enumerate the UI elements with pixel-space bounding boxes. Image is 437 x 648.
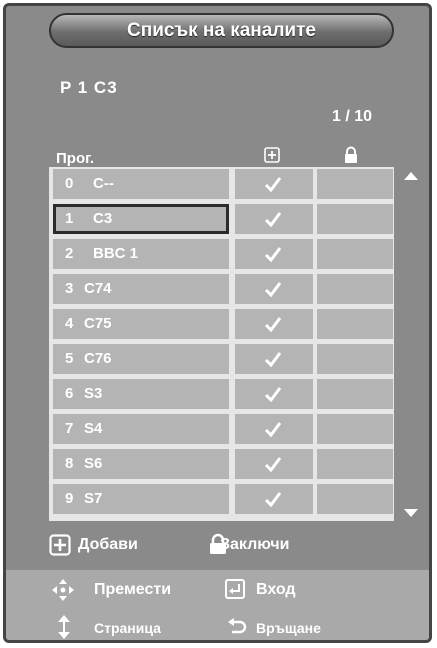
channel-name: C-- — [93, 175, 114, 192]
channel-name: S6 — [84, 455, 103, 472]
channel-name: S3 — [84, 385, 103, 402]
footer-return-label: Връщане — [256, 620, 321, 636]
lock-cell[interactable] — [317, 204, 393, 234]
channel-name-cell[interactable]: 7 S4 — [53, 414, 229, 444]
current-channel-info: P 1 C3 — [60, 78, 118, 97]
channel-row[interactable]: 5 C76 — [49, 342, 394, 375]
channel-number: 6 — [65, 385, 74, 402]
add-cell[interactable] — [235, 379, 313, 409]
footer-page-label: Страница — [94, 620, 161, 636]
up-down-arrows-icon — [58, 615, 70, 639]
lock-cell[interactable] — [317, 414, 393, 444]
add-cell[interactable] — [235, 484, 313, 514]
footer-help-bar: Премести Вход Страница Връщане — [6, 570, 429, 640]
channel-name: C76 — [84, 350, 112, 367]
lock-cell[interactable] — [317, 169, 393, 199]
check-icon — [264, 177, 282, 193]
lock-cell[interactable] — [317, 309, 393, 339]
footer-enter-label: Вход — [256, 581, 296, 598]
channel-name-cell-selected[interactable]: 1 C3 — [53, 204, 229, 234]
channel-number: 0 — [65, 175, 74, 192]
check-icon — [264, 247, 282, 263]
add-cell[interactable] — [235, 169, 313, 199]
check-icon — [264, 317, 282, 333]
channel-list-window: Списък на каналите P 1 C3 1 / 10 Прог. 0… — [3, 3, 432, 643]
channel-row[interactable]: 4 C75 — [49, 307, 394, 340]
lock-cell[interactable] — [317, 449, 393, 479]
return-icon — [228, 618, 247, 634]
channel-number: 3 — [65, 280, 74, 297]
check-icon — [264, 352, 282, 368]
check-icon — [264, 282, 282, 298]
channel-name-cell[interactable]: 4 C75 — [53, 309, 229, 339]
add-cell[interactable] — [235, 239, 313, 269]
channel-name-cell[interactable]: 0 C-- — [53, 169, 229, 199]
add-cell[interactable] — [235, 449, 313, 479]
legend-add-label: Добави — [78, 536, 138, 553]
channel-row[interactable]: 2 BBC 1 — [49, 237, 394, 270]
channel-row[interactable]: 7 S4 — [49, 412, 394, 445]
check-icon — [264, 212, 282, 228]
page-indicator: 1 / 10 — [332, 108, 373, 125]
lock-cell[interactable] — [317, 274, 393, 304]
channel-name: C3 — [93, 210, 113, 227]
channel-row[interactable]: 8 S6 — [49, 447, 394, 480]
channel-number: 5 — [65, 350, 74, 367]
channel-name-cell[interactable]: 9 S7 — [53, 484, 229, 514]
check-icon — [264, 457, 282, 473]
channel-name-cell[interactable]: 5 C76 — [53, 344, 229, 374]
check-icon — [264, 422, 282, 438]
add-cell[interactable] — [235, 274, 313, 304]
add-cell[interactable] — [235, 344, 313, 374]
channel-name: C75 — [84, 315, 112, 332]
scroll-up-arrow-icon[interactable] — [404, 172, 418, 180]
channel-row[interactable]: 3 C74 — [49, 272, 394, 305]
lock-column-icon — [345, 146, 357, 163]
channel-number: 8 — [65, 455, 74, 472]
enter-icon — [225, 579, 245, 599]
channel-name: C74 — [84, 280, 112, 297]
channel-name: BBC 1 — [93, 245, 139, 262]
lock-cell[interactable] — [317, 344, 393, 374]
channel-number: 7 — [65, 420, 74, 437]
channel-number: 2 — [65, 245, 74, 262]
four-way-arrows-icon — [52, 579, 74, 601]
channel-name-cell[interactable]: 8 S6 — [53, 449, 229, 479]
add-cell[interactable] — [235, 204, 313, 234]
lock-cell[interactable] — [317, 484, 393, 514]
scroll-down-arrow-icon[interactable] — [404, 509, 418, 517]
channel-row[interactable]: 1 C3 — [49, 202, 394, 235]
channel-name-cell[interactable]: 6 S3 — [53, 379, 229, 409]
add-column-icon — [264, 147, 280, 163]
lock-cell[interactable] — [317, 379, 393, 409]
channel-number: 9 — [65, 490, 74, 507]
add-box-icon — [49, 534, 71, 556]
channel-name: S7 — [84, 490, 103, 507]
channel-number: 4 — [65, 315, 74, 332]
channel-row[interactable]: 6 S3 — [49, 377, 394, 410]
window-title: Списък на каналите — [49, 13, 394, 48]
check-icon — [264, 492, 282, 508]
channel-name-cell[interactable]: 2 BBC 1 — [53, 239, 229, 269]
channel-row[interactable]: 9 S7 — [49, 482, 394, 515]
channel-row[interactable]: 0 C-- — [49, 167, 394, 200]
add-cell[interactable] — [235, 309, 313, 339]
footer-move-label: Премести — [94, 581, 172, 598]
add-cell[interactable] — [235, 414, 313, 444]
channel-number: 1 — [65, 210, 74, 227]
check-icon — [264, 387, 282, 403]
channel-grid: 0 C-- 1 C3 2 BBC 1 3 C74 4 C75 5 C76 6 S… — [49, 167, 394, 521]
column-header-prog: Прог. — [56, 150, 95, 167]
legend-lock-label: Заключи — [220, 536, 290, 553]
channel-name-cell[interactable]: 3 C74 — [53, 274, 229, 304]
channel-name: S4 — [84, 420, 103, 437]
lock-cell[interactable] — [317, 239, 393, 269]
